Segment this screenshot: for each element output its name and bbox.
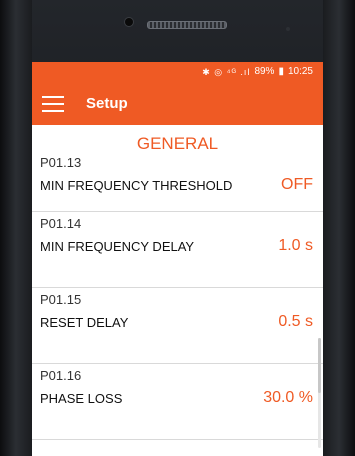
param-name: MIN FREQUENCY THRESHOLD [40,177,233,193]
param-value: 30.0 % [263,389,313,406]
battery-icon: ▮ [278,66,284,77]
scrollbar[interactable] [318,338,321,448]
param-value: 1.0 s [278,237,313,254]
settings-list: GENERAL P01.13 MIN FREQUENCY THRESHOLD O… [32,133,323,448]
status-bar: ✱ ◎ ⁴ᴳ .ıl 89% ▮ 10:25 [32,62,323,82]
param-code: P01.16 [40,368,82,383]
param-row-p01-13[interactable]: P01.13 MIN FREQUENCY THRESHOLD OFF [32,155,323,212]
scrollbar-thumb[interactable] [318,338,321,393]
param-code: P01.14 [40,216,82,231]
param-code: P01.15 [40,292,82,307]
param-code: P01.13 [40,155,82,170]
param-value: 0.5 s [278,313,313,330]
param-name: RESET DELAY [40,314,129,330]
phone-bezel-left [0,0,32,456]
proximity-sensor [286,27,290,31]
param-row-p01-16[interactable]: P01.16 PHASE LOSS 30.0 % [32,364,323,440]
earpiece-speaker [147,21,227,29]
phone-frame: ✱ ◎ ⁴ᴳ .ıl 89% ▮ 10:25 Setup GENERAL P01… [0,0,355,456]
hamburger-menu-icon[interactable] [42,95,64,112]
battery-level: 89% [254,66,275,77]
clock: 10:25 [287,66,313,77]
phone-screen: ✱ ◎ ⁴ᴳ .ıl 89% ▮ 10:25 Setup GENERAL P01… [32,62,323,456]
param-name: MIN FREQUENCY DELAY [40,238,195,254]
status-icons: ✱ ◎ ⁴ᴳ .ıl [202,67,251,77]
param-row-p01-14[interactable]: P01.14 MIN FREQUENCY DELAY 1.0 s [32,212,323,288]
phone-bezel-right [323,0,355,456]
param-value: OFF [281,176,313,193]
param-name: PHASE LOSS [40,390,123,406]
section-header-general: GENERAL [136,134,219,153]
app-title: Setup [86,95,128,112]
front-camera [125,18,133,26]
app-bar: Setup [32,82,323,125]
param-row-p01-15[interactable]: P01.15 RESET DELAY 0.5 s [32,288,323,364]
